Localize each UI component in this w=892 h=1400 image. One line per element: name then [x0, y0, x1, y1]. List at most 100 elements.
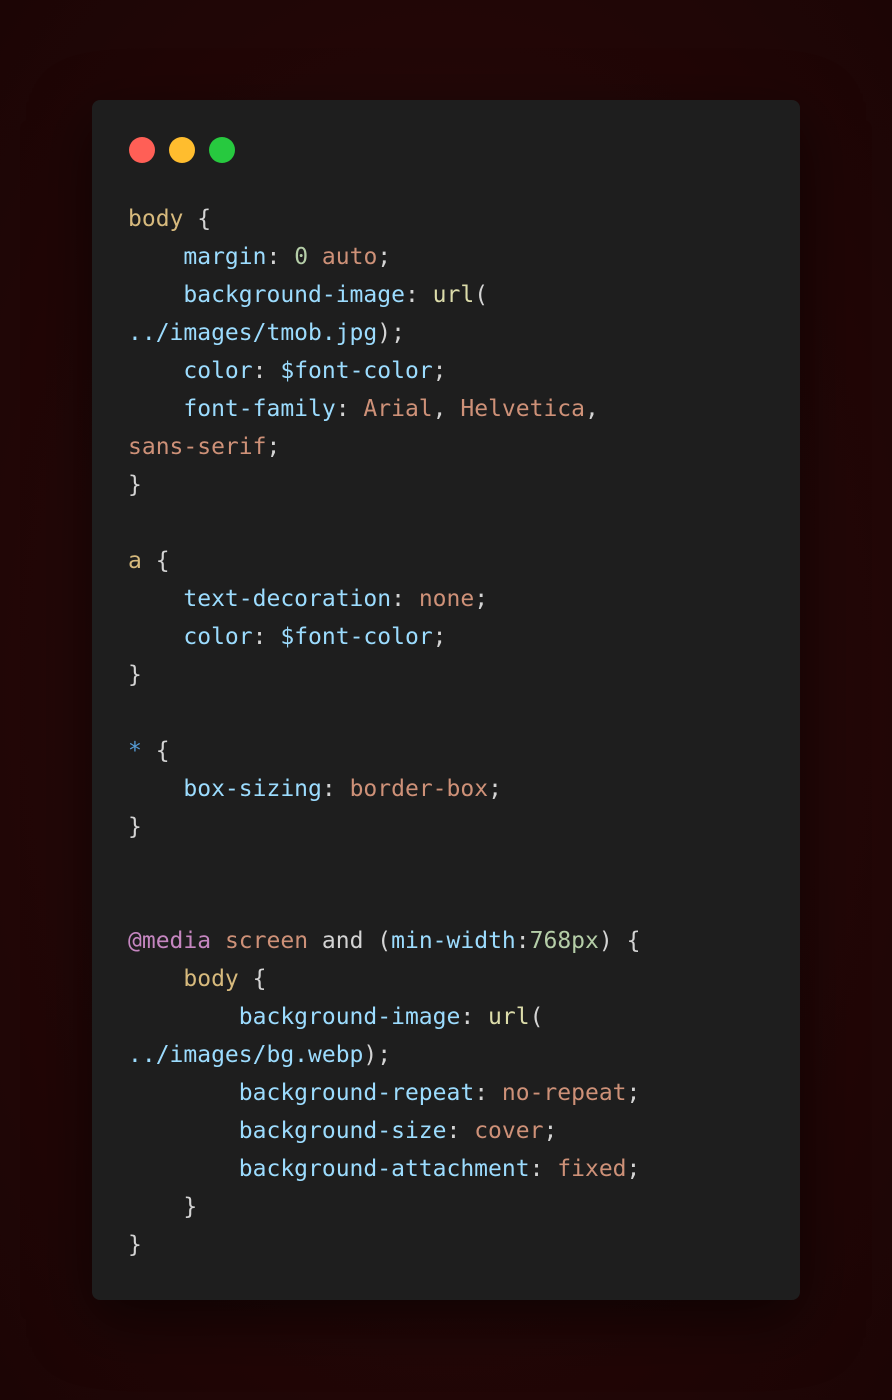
code-token: 768px [529, 928, 599, 954]
code-line: } [128, 1226, 770, 1264]
code-token: : [529, 1156, 558, 1182]
code-token: auto [321, 244, 378, 270]
code-line: ../images/bg.webp); [128, 1036, 770, 1074]
minimize-dot-icon[interactable] [169, 137, 195, 163]
code-token: fixed [557, 1156, 627, 1182]
code-token: ; [626, 1080, 641, 1106]
code-line: box-sizing: border-box; [128, 770, 770, 808]
code-token: @media [128, 928, 212, 954]
code-token: background-image [183, 282, 405, 308]
code-token: { [238, 966, 267, 992]
code-token: } [183, 1194, 198, 1220]
code-line: color: $font-color; [128, 352, 770, 390]
code-token: body [183, 966, 239, 992]
code-token: ( [474, 282, 489, 308]
code-line: * { [128, 732, 770, 770]
code-token: { [141, 738, 170, 764]
code-block: body { margin: 0 auto; background-image:… [128, 200, 770, 1264]
window-controls [129, 137, 235, 163]
code-token: $font-color [280, 358, 433, 384]
maximize-dot-icon[interactable] [209, 137, 235, 163]
code-token: ); [363, 1042, 392, 1068]
code-token: , [432, 396, 461, 422]
code-token: ; [377, 244, 392, 270]
code-token: sans-serif [128, 434, 267, 460]
code-token: ../images/bg.webp [128, 1042, 364, 1068]
code-token: ; [626, 1156, 641, 1182]
code-token: ; [488, 776, 502, 802]
code-token: } [128, 814, 142, 840]
code-line: background-attachment: fixed; [128, 1150, 770, 1188]
code-token: font-family [183, 396, 336, 422]
code-token: and ( [308, 928, 392, 954]
code-token: background-image [238, 1004, 461, 1030]
code-token: : [252, 358, 281, 384]
code-token: min-width [391, 928, 516, 954]
code-window: body { margin: 0 auto; background-image:… [92, 100, 800, 1300]
code-token: none [418, 586, 475, 612]
code-token: ; [474, 586, 489, 612]
code-token: * [128, 738, 142, 764]
code-token: { [141, 548, 170, 574]
code-token: ( [529, 1004, 544, 1030]
code-token: background-size [238, 1118, 447, 1144]
code-token: , [585, 396, 599, 422]
code-token: } [128, 472, 142, 498]
code-token: url [488, 1004, 530, 1030]
code-token: border-box [349, 776, 489, 802]
code-token: no-repeat [501, 1080, 627, 1106]
code-line: a { [128, 542, 770, 580]
code-token: } [128, 1232, 142, 1258]
code-token: : [252, 624, 281, 650]
code-token: : [460, 1004, 489, 1030]
code-token: : [446, 1118, 475, 1144]
code-line: } [128, 466, 770, 504]
code-line: @media screen and (min-width:768px) { [128, 922, 770, 960]
code-token: text-decoration [183, 586, 392, 612]
code-token: } [128, 662, 142, 688]
code-line: color: $font-color; [128, 618, 770, 656]
code-line: } [128, 808, 770, 846]
code-token: { [183, 206, 212, 232]
code-token: : [404, 282, 433, 308]
code-token: ) { [598, 928, 641, 954]
code-token: background-repeat [238, 1080, 475, 1106]
code-token: ; [266, 434, 281, 460]
code-line: } [128, 656, 770, 694]
code-line: ../images/tmob.jpg); [128, 314, 770, 352]
code-token: : [515, 928, 530, 954]
code-line: body { [128, 200, 770, 238]
code-token: Arial [363, 396, 433, 422]
code-token: body [128, 206, 184, 232]
code-line: background-image: url( [128, 998, 770, 1036]
code-token: $font-color [280, 624, 433, 650]
code-token: Helvetica [460, 396, 585, 422]
code-token: box-sizing [183, 776, 322, 802]
code-token: ; [432, 624, 447, 650]
code-line: sans-serif; [128, 428, 770, 466]
code-token: screen [224, 928, 309, 954]
code-token: : [391, 586, 419, 612]
close-dot-icon[interactable] [129, 137, 155, 163]
code-token: color [183, 358, 253, 384]
code-token: ../images/tmob.jpg [128, 320, 378, 346]
code-line: background-repeat: no-repeat; [128, 1074, 770, 1112]
code-line: margin: 0 auto; [128, 238, 770, 276]
code-token: a [128, 548, 142, 574]
